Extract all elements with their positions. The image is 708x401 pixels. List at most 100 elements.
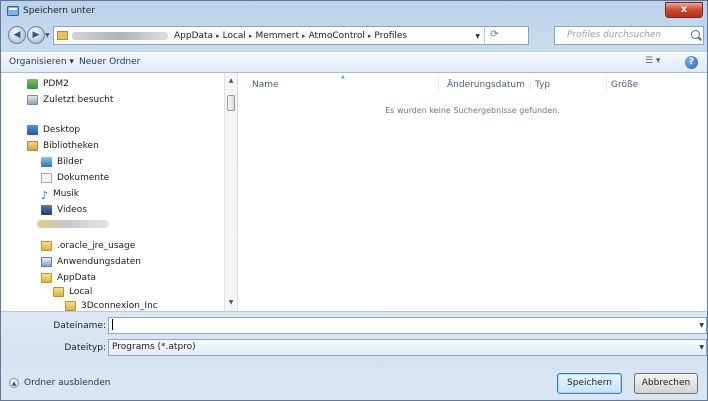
- nav-scrollbar[interactable]: ▲ ▼: [224, 73, 237, 311]
- forward-button[interactable]: ▶: [27, 26, 45, 44]
- column-header-name[interactable]: Name: [252, 80, 279, 90]
- save-form: Dateiname: ▼ Dateityp: Programs (*.atpro…: [1, 311, 707, 369]
- nav-item-appdata[interactable]: AppData: [41, 270, 96, 285]
- column-header-date-modified[interactable]: Änderungsdatum: [447, 80, 525, 90]
- collapse-icon: ▲: [9, 378, 19, 388]
- videos-icon: [41, 204, 52, 215]
- address-row: ◀ ▶ ▼ AppData ▸ Local ▸ Memmert ▸ AtmoCo…: [1, 24, 707, 48]
- chevron-down-icon[interactable]: ▼: [699, 340, 704, 355]
- nav-item-videos[interactable]: Videos: [41, 202, 87, 217]
- nav-item-pictures[interactable]: Bilder: [41, 154, 83, 169]
- folder-icon: [57, 31, 68, 40]
- nav-item-label: Bilder: [57, 156, 84, 167]
- folder-icon: [65, 300, 76, 311]
- history-dropdown-icon[interactable]: ▼: [45, 32, 50, 39]
- column-divider[interactable]: [438, 77, 439, 91]
- hide-folders-label: Ordner ausblenden: [24, 378, 111, 388]
- chevron-down-icon[interactable]: ▼: [699, 318, 704, 333]
- folder-icon: [41, 272, 52, 283]
- column-header-type[interactable]: Typ: [535, 80, 550, 90]
- folder-icon: [53, 286, 64, 297]
- folder-icon: [41, 240, 52, 251]
- filename-field[interactable]: ▼: [108, 317, 707, 334]
- column-header-size[interactable]: Größe: [611, 80, 638, 90]
- nav-item-label: Anwendungsdaten: [57, 256, 141, 267]
- nav-item-music[interactable]: ♪ Musik: [41, 186, 79, 202]
- nav-item-oracle-jre-usage[interactable]: .oracle_jre_usage: [41, 238, 135, 253]
- scroll-thumb[interactable]: [227, 95, 235, 111]
- new-folder-button[interactable]: Neuer Ordner: [79, 57, 140, 67]
- breadcrumb-item-appdata[interactable]: AppData: [174, 31, 213, 41]
- organize-button[interactable]: Organisieren ▾: [9, 57, 74, 67]
- back-button[interactable]: ◀: [8, 26, 26, 44]
- filetype-select[interactable]: Programs (*.atpro) ▼: [108, 339, 707, 356]
- close-button[interactable]: x: [665, 2, 703, 18]
- nav-item-label: AppData: [57, 272, 97, 283]
- scroll-down-icon[interactable]: ▼: [225, 297, 237, 309]
- command-bar: Organisieren ▾ Neuer Ordner ☰ ▾ ?: [1, 51, 707, 73]
- column-divider[interactable]: [530, 77, 531, 91]
- redacted-user-folder[interactable]: [37, 220, 109, 228]
- column-divider[interactable]: [606, 77, 607, 91]
- navigation-pane: PDM2 Zuletzt besucht Desktop Bibliotheke…: [1, 73, 237, 311]
- desktop-icon: [27, 124, 38, 135]
- libraries-icon: [27, 140, 38, 151]
- music-icon: ♪: [41, 188, 49, 202]
- nav-item-pdm2[interactable]: PDM2: [27, 76, 69, 91]
- breadcrumb-item-local[interactable]: Local: [223, 31, 246, 41]
- breadcrumb-item-profiles[interactable]: Profiles: [374, 31, 407, 41]
- nav-item-label: Bibliotheken: [43, 140, 99, 151]
- chevron-down-icon[interactable]: ▼: [475, 33, 480, 40]
- nav-item-label: Local: [69, 286, 93, 297]
- redacted-path-segment: [72, 31, 168, 40]
- empty-results-message: Es wurden keine Suchergebnisse gefunden.: [385, 106, 560, 115]
- breadcrumb-item-atmocontrol[interactable]: AtmoControl: [309, 31, 365, 41]
- arrow-left-icon: ◀: [13, 30, 21, 40]
- shortcut-folder-icon: [41, 256, 52, 267]
- filetype-value: Programs (*.atpro): [112, 342, 196, 352]
- nav-item-libraries[interactable]: Bibliotheken: [27, 138, 99, 153]
- nav-item-label: Zuletzt besucht: [43, 94, 114, 105]
- hide-folders-toggle[interactable]: ▲ Ordner ausblenden: [9, 378, 110, 388]
- documents-icon: [41, 172, 52, 183]
- search-input[interactable]: Profiles durchsuchen: [554, 26, 704, 45]
- nav-item-label: 3Dconnexion_Inc: [81, 300, 158, 311]
- filename-label: Dateiname:: [53, 321, 106, 331]
- refresh-icon[interactable]: ⟳: [484, 27, 504, 44]
- breadcrumb-item-memmert[interactable]: Memmert: [255, 31, 299, 41]
- search-placeholder: Profiles durchsuchen: [567, 30, 662, 40]
- nav-item-label: .oracle_jre_usage: [57, 240, 136, 251]
- arrow-right-icon: ▶: [32, 30, 40, 40]
- save-as-dialog: Speichern unter x ◀ ▶ ▼ AppData ▸ Local …: [0, 0, 708, 401]
- help-icon[interactable]: ?: [685, 56, 698, 69]
- nav-item-documents[interactable]: Dokumente: [41, 170, 109, 185]
- nav-item-local[interactable]: Local: [53, 284, 92, 299]
- sort-indicator-icon: ▲: [341, 74, 345, 80]
- pictures-icon: [41, 156, 52, 167]
- chevron-right-icon[interactable]: ▸: [249, 32, 253, 40]
- view-options-icon[interactable]: ☰ ▾: [645, 56, 660, 66]
- nav-item-label: PDM2: [43, 78, 69, 89]
- nav-item-label: Videos: [57, 204, 87, 215]
- nav-item-recent[interactable]: Zuletzt besucht: [27, 92, 113, 107]
- filetype-label: Dateityp:: [64, 343, 106, 353]
- nav-item-label: Musik: [53, 188, 79, 199]
- search-icon[interactable]: [691, 30, 700, 39]
- title-bar[interactable]: Speichern unter x: [1, 1, 707, 23]
- chevron-right-icon[interactable]: ▸: [302, 32, 306, 40]
- scroll-up-icon[interactable]: ▲: [225, 75, 237, 87]
- breadcrumb[interactable]: AppData ▸ Local ▸ Memmert ▸ AtmoControl …: [53, 26, 529, 45]
- cancel-button[interactable]: Abbrechen: [634, 373, 698, 394]
- nav-item-desktop[interactable]: Desktop: [27, 122, 80, 137]
- chevron-right-icon[interactable]: ▸: [216, 32, 220, 40]
- dialog-title: Speichern unter: [23, 6, 95, 16]
- save-button[interactable]: Speichern: [557, 373, 622, 394]
- recent-places-icon: [27, 94, 38, 105]
- dialog-icon: [7, 5, 19, 17]
- nav-item-label: Desktop: [43, 124, 81, 135]
- nav-item-label: Dokumente: [57, 172, 110, 183]
- nav-item-anwendungsdaten[interactable]: Anwendungsdaten: [41, 254, 141, 269]
- file-list[interactable]: ▲ Name Änderungsdatum Typ Größe Es wurde…: [238, 73, 707, 311]
- chevron-right-icon[interactable]: ▸: [368, 32, 372, 40]
- pdm-icon: [27, 78, 38, 89]
